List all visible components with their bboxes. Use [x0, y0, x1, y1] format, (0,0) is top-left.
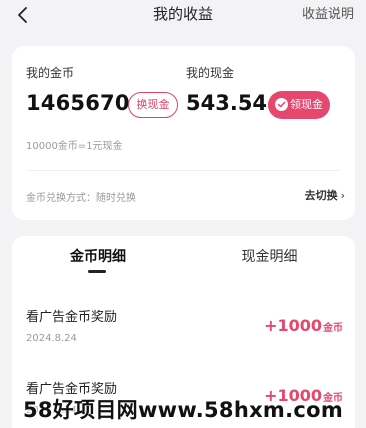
switch-label: 去切换	[304, 189, 338, 202]
cash-balance: 543.54	[186, 91, 268, 115]
tab-cash-details[interactable]: 现金明细	[184, 246, 355, 266]
active-tab-indicator	[88, 270, 106, 273]
record-amount: +1000金币	[264, 316, 343, 335]
exchange-rate-text: 10000金币=1元现金	[26, 141, 123, 152]
exchange-cash-button[interactable]: 换现金	[128, 92, 178, 118]
withdraw-label: 领现金	[290, 98, 323, 111]
chevron-right-icon: ›	[340, 189, 345, 202]
cash-label: 我的现金	[186, 66, 235, 80]
top-bar: 我的收益 收益说明	[0, 0, 366, 36]
record-title: 看广告金币奖励	[26, 310, 118, 325]
earnings-info-link[interactable]: 收益说明	[302, 3, 354, 22]
switch-method-button[interactable]: 去切换 ›	[305, 187, 345, 203]
watermark: 58好项目网www.58hxm.com	[22, 398, 344, 422]
divider	[26, 170, 341, 171]
balance-card: 我的金币 我的现金 1465670 换现金 543.54 领现金 10000金币…	[12, 46, 355, 220]
amount-unit: 金币	[323, 323, 343, 334]
coin-balance: 1465670	[26, 91, 130, 115]
withdraw-cash-button[interactable]: 领现金	[268, 91, 330, 119]
check-circle-icon	[275, 98, 288, 111]
exchange-method-text: 金币兑换方式：随时兑换	[26, 193, 136, 204]
coin-label: 我的金币	[26, 66, 75, 80]
record-date: 2024.8.24	[26, 333, 77, 344]
tab-coin-details[interactable]: 金币明细	[12, 246, 184, 266]
amount-value: +1000	[264, 316, 322, 335]
